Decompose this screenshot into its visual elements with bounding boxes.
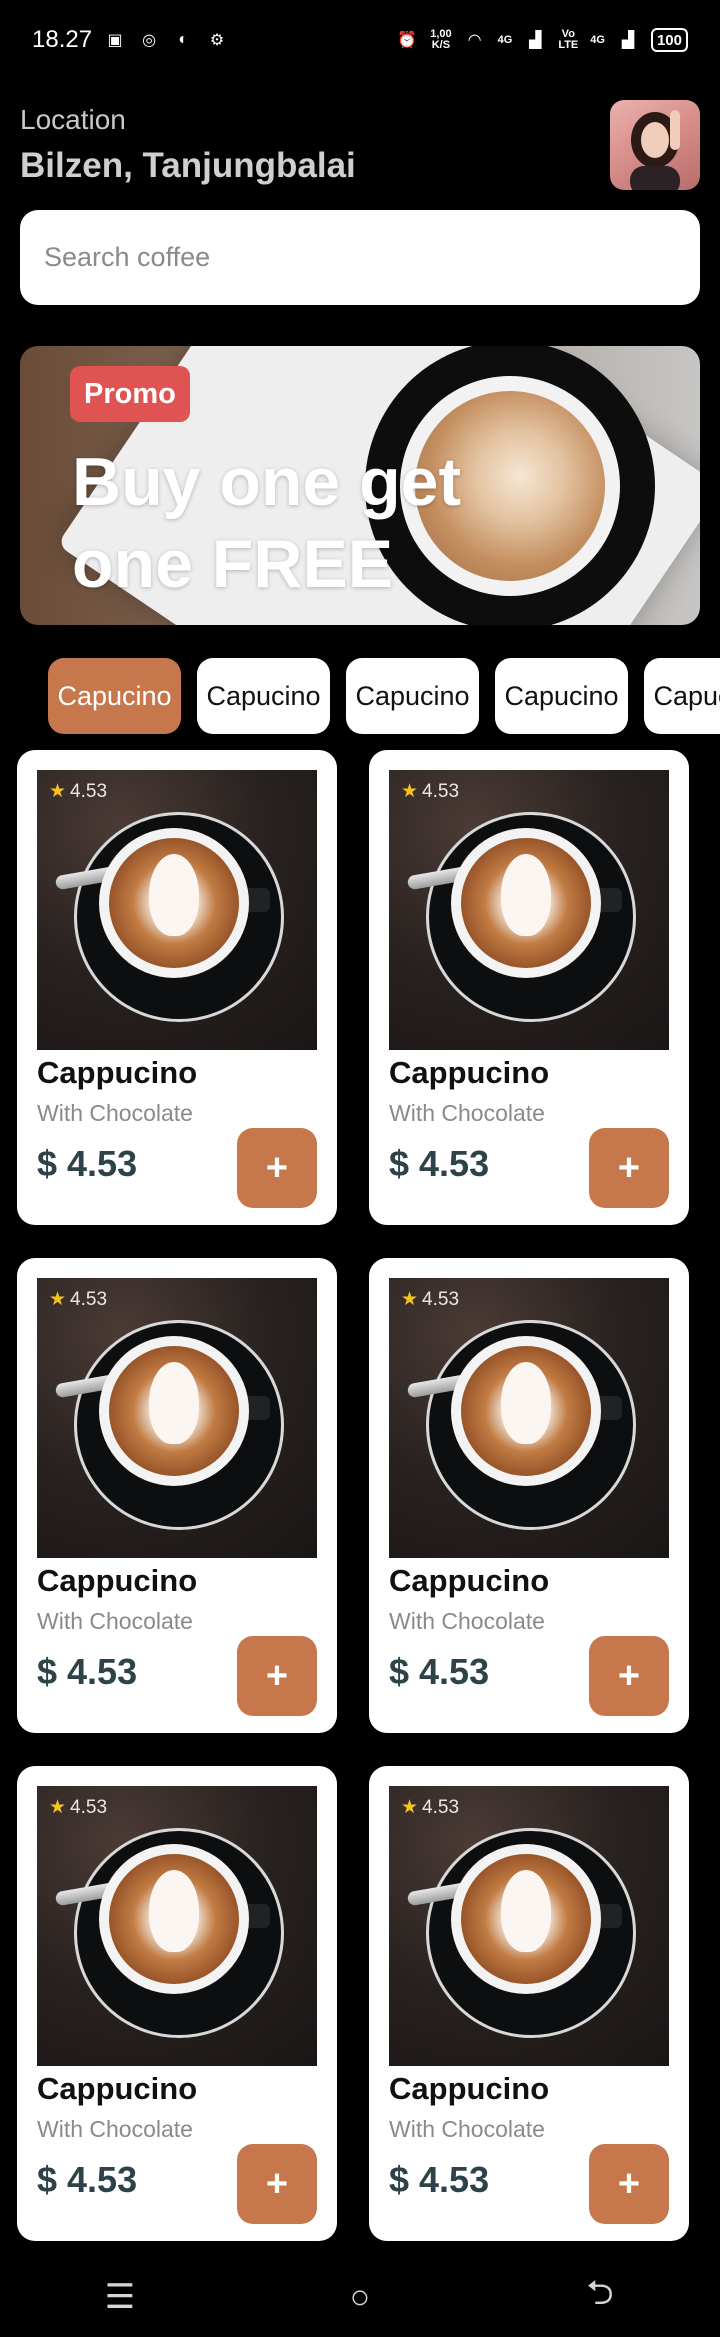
rating-badge: ★ 4.53 xyxy=(49,1796,107,1819)
signal-1-label: 4G xyxy=(497,33,513,46)
category-chip[interactable]: Capucino xyxy=(644,658,720,734)
product-name: Cappucino xyxy=(37,2071,198,2106)
promo-badge: Promo xyxy=(70,366,190,422)
product-card[interactable]: ★ 4.53 Cappucino With Chocolate $ 4.53 + xyxy=(17,750,337,1225)
star-icon: ★ xyxy=(401,1797,419,1818)
product-image: ★ 4.53 xyxy=(37,1278,317,1558)
product-image: ★ 4.53 xyxy=(389,770,669,1050)
product-image: ★ 4.53 xyxy=(389,1786,669,2066)
product-price: $ 4.53 xyxy=(389,1143,490,1184)
category-tabs: Capucino Capucino Capucino Capucino Capu… xyxy=(48,658,720,734)
star-icon: ★ xyxy=(49,1289,67,1310)
signal-2-bottom: LTE xyxy=(558,39,579,51)
rating-value: 4.53 xyxy=(422,780,460,802)
add-to-cart-button[interactable]: + xyxy=(237,2144,317,2224)
alarm-icon: ⏰ xyxy=(397,32,418,49)
net-speed: 1,00 K/S xyxy=(430,29,451,51)
star-icon: ★ xyxy=(401,1289,419,1310)
category-chip-active[interactable]: Capucino xyxy=(48,658,181,734)
menu-icon[interactable]: ☰ xyxy=(30,2277,210,2317)
product-name: Cappucino xyxy=(389,2071,550,2106)
rating-value: 4.53 xyxy=(422,1288,460,1310)
add-to-cart-button[interactable]: + xyxy=(589,1128,669,1208)
promo-banner[interactable]: Promo Buy one get one FREE xyxy=(20,346,700,625)
rating-value: 4.53 xyxy=(422,1796,460,1818)
category-chip[interactable]: Capucino xyxy=(346,658,479,734)
star-icon: ★ xyxy=(49,1797,67,1818)
status-bar: 18.27 ▣ ◎ ◐ ⚙ ⏰ 1,00 K/S ◠ 4G ▟ Vo LTE 4… xyxy=(0,0,720,80)
settings-icon: ⚙ xyxy=(209,32,225,49)
product-name: Cappucino xyxy=(389,1563,550,1598)
latte-art-decoration xyxy=(149,1870,199,1952)
product-subtitle: With Chocolate xyxy=(37,1100,193,1126)
status-time: 18.27 xyxy=(32,26,93,53)
add-to-cart-button[interactable]: + xyxy=(589,1636,669,1716)
avatar-portrait-icon xyxy=(630,110,680,190)
product-name: Cappucino xyxy=(37,1563,198,1598)
system-nav-bar: ☰ ○ ⮌ xyxy=(0,2257,720,2337)
product-name: Cappucino xyxy=(389,1055,550,1090)
product-card[interactable]: ★ 4.53 Cappucino With Chocolate $ 4.53 + xyxy=(369,1766,689,2241)
location-label: Location xyxy=(20,104,126,135)
signal-3-icon: ▟ xyxy=(621,32,635,49)
product-image: ★ 4.53 xyxy=(389,1278,669,1558)
product-image: ★ 4.53 xyxy=(37,770,317,1050)
signal-1-icon: ▟ xyxy=(529,32,542,49)
notification-icon: ▣ xyxy=(107,32,123,49)
product-card[interactable]: ★ 4.53 Cappucino With Chocolate $ 4.53 + xyxy=(17,1258,337,1733)
rating-value: 4.53 xyxy=(70,780,108,802)
rating-value: 4.53 xyxy=(70,1288,108,1310)
product-subtitle: With Chocolate xyxy=(37,2116,193,2142)
signal-2-label: Vo LTE xyxy=(558,29,578,51)
product-price: $ 4.53 xyxy=(389,2159,490,2200)
product-price: $ 4.53 xyxy=(389,1651,490,1692)
add-to-cart-button[interactable]: + xyxy=(237,1128,317,1208)
back-icon[interactable]: ⮌ xyxy=(510,2269,690,2326)
add-to-cart-button[interactable]: + xyxy=(589,2144,669,2224)
home-icon[interactable]: ○ xyxy=(270,2278,450,2317)
net-speed-bottom: K/S xyxy=(431,39,451,51)
wifi-icon: ◠ xyxy=(467,32,482,49)
search-input[interactable] xyxy=(42,241,678,274)
chat-icon: ◐ xyxy=(178,31,188,48)
latte-art-decoration xyxy=(149,854,199,936)
location-value[interactable]: Bilzen, Tanjungbalai xyxy=(20,146,356,186)
product-subtitle: With Chocolate xyxy=(389,1100,545,1126)
product-price: $ 4.53 xyxy=(37,2159,138,2200)
rating-badge: ★ 4.53 xyxy=(401,780,459,803)
product-subtitle: With Chocolate xyxy=(37,1608,193,1634)
status-left: 18.27 ▣ ◎ ◐ ⚙ xyxy=(32,26,228,54)
product-card[interactable]: ★ 4.53 Cappucino With Chocolate $ 4.53 + xyxy=(369,1258,689,1733)
product-card[interactable]: ★ 4.53 Cappucino With Chocolate $ 4.53 + xyxy=(17,1766,337,2241)
battery-indicator: 100 xyxy=(650,28,688,52)
add-to-cart-button[interactable]: + xyxy=(237,1636,317,1716)
latte-art-decoration xyxy=(501,854,551,936)
category-chip[interactable]: Capucino xyxy=(197,658,330,734)
category-chip[interactable]: Capucino xyxy=(495,658,628,734)
product-card[interactable]: ★ 4.53 Cappucino With Chocolate $ 4.53 + xyxy=(369,750,689,1225)
rating-value: 4.53 xyxy=(70,1796,108,1818)
product-price: $ 4.53 xyxy=(37,1143,138,1184)
latte-art-decoration xyxy=(149,1362,199,1444)
product-image: ★ 4.53 xyxy=(37,1786,317,2066)
rating-badge: ★ 4.53 xyxy=(401,1288,459,1311)
product-subtitle: With Chocolate xyxy=(389,2116,545,2142)
latte-art-decoration xyxy=(501,1362,551,1444)
avatar[interactable] xyxy=(610,100,700,190)
instagram-icon: ◎ xyxy=(142,32,157,49)
rating-badge: ★ 4.53 xyxy=(49,780,107,803)
product-name: Cappucino xyxy=(37,1055,198,1090)
promo-title: Buy one get one FREE xyxy=(72,444,462,602)
signal-3-label: 4G xyxy=(590,33,605,46)
product-price: $ 4.53 xyxy=(37,1651,138,1692)
product-subtitle: With Chocolate xyxy=(389,1608,545,1634)
rating-badge: ★ 4.53 xyxy=(49,1288,107,1311)
latte-art-decoration xyxy=(501,1870,551,1952)
star-icon: ★ xyxy=(401,781,419,802)
status-right: ⏰ 1,00 K/S ◠ 4G ▟ Vo LTE 4G ▟ 100 xyxy=(396,28,688,52)
search-bar[interactable] xyxy=(20,210,700,305)
star-icon: ★ xyxy=(49,781,67,802)
rating-badge: ★ 4.53 xyxy=(401,1796,459,1819)
